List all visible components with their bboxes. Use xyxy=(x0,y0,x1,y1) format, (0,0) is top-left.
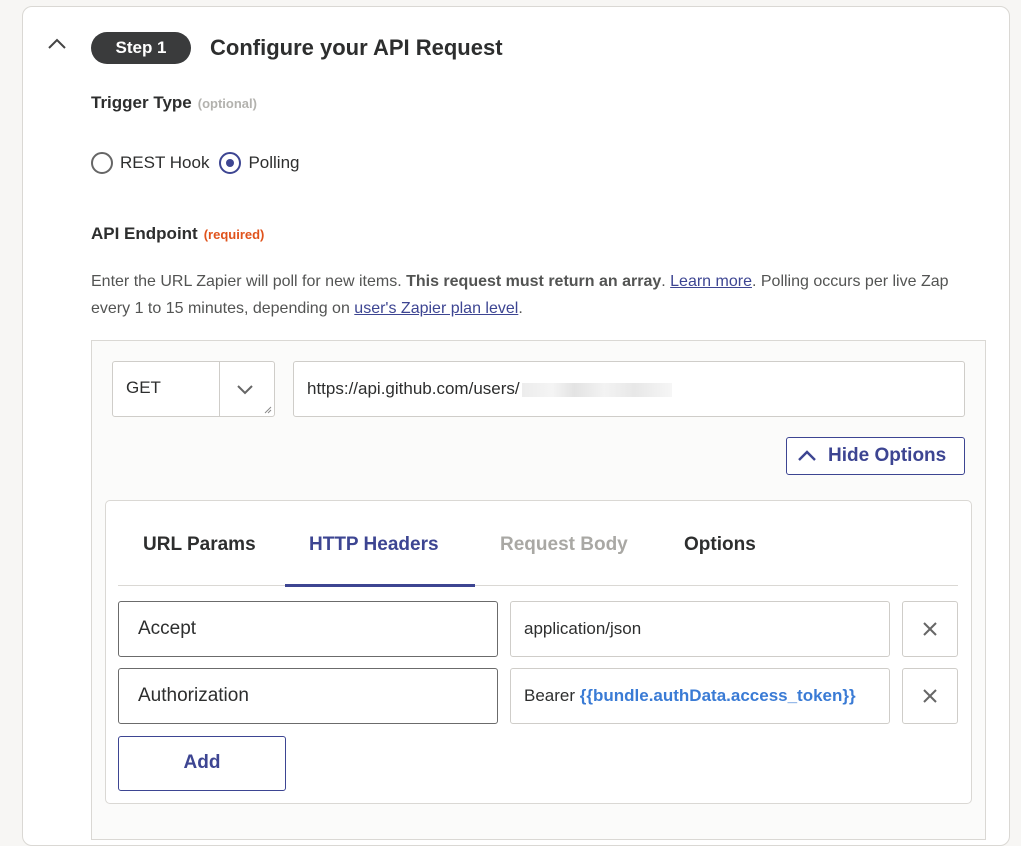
close-icon xyxy=(923,689,937,703)
chevron-up-icon[interactable] xyxy=(46,36,68,52)
required-tag: (required) xyxy=(203,227,265,242)
hide-options-button[interactable]: Hide Options xyxy=(786,437,965,475)
radio-polling[interactable] xyxy=(219,152,242,174)
radio-polling-label[interactable]: Polling xyxy=(248,153,299,173)
help-text-1: Enter the URL Zapier will poll for new i… xyxy=(91,273,407,290)
header-value-token: {{bundle.authData.access_token}} xyxy=(579,686,856,705)
tabs-divider xyxy=(118,585,958,586)
remove-header-button[interactable] xyxy=(902,668,958,724)
header-key-input[interactable]: Authorization xyxy=(118,668,498,724)
header-value-text: application/json xyxy=(524,619,642,638)
header-value-input[interactable]: application/json xyxy=(510,601,890,657)
radio-rest-hook-label[interactable]: REST Hook xyxy=(120,153,209,173)
url-text: https://api.github.com/users/ xyxy=(307,379,520,398)
api-endpoint-text: API Endpoint xyxy=(91,224,198,243)
redacted-username xyxy=(521,382,672,397)
header-value-input[interactable]: Bearer {{bundle.authData.access_token}} xyxy=(510,668,890,724)
close-icon xyxy=(923,622,937,636)
tab-http-headers[interactable]: HTTP Headers xyxy=(309,532,439,558)
http-method-select[interactable]: GET xyxy=(112,361,275,417)
trigger-type-radio-group: REST Hook Polling xyxy=(91,150,310,176)
learn-more-link[interactable]: Learn more xyxy=(670,273,752,290)
help-text-2: . xyxy=(661,273,671,290)
trigger-type-label: Trigger Type (optional) xyxy=(91,92,257,115)
radio-rest-hook[interactable] xyxy=(91,152,113,174)
tab-options[interactable]: Options xyxy=(684,532,756,558)
step-title: Configure your API Request xyxy=(210,35,503,60)
api-endpoint-label: API Endpoint (required) xyxy=(91,223,264,246)
resize-grip-icon xyxy=(264,406,272,414)
optional-tag: (optional) xyxy=(197,96,257,111)
hide-options-label: Hide Options xyxy=(828,445,947,466)
endpoint-help-text: Enter the URL Zapier will poll for new i… xyxy=(91,268,981,322)
remove-header-button[interactable] xyxy=(902,601,958,657)
tab-url-params[interactable]: URL Params xyxy=(143,532,256,558)
api-endpoint-url-input[interactable]: https://api.github.com/users/ xyxy=(293,361,965,417)
active-tab-indicator xyxy=(285,584,475,587)
http-method-value: GET xyxy=(126,378,161,397)
chevron-up-icon xyxy=(798,450,816,461)
trigger-type-text: Trigger Type xyxy=(91,93,192,112)
add-header-button[interactable]: Add xyxy=(118,736,286,791)
tab-request-body[interactable]: Request Body xyxy=(500,532,628,558)
chevron-down-icon[interactable] xyxy=(235,382,255,396)
header-key-input[interactable]: Accept xyxy=(118,601,498,657)
help-text-bold: This request must return an array xyxy=(406,273,662,290)
header-value-text: Bearer xyxy=(524,686,580,705)
select-divider xyxy=(219,362,220,416)
step-badge: Step 1 xyxy=(91,32,191,64)
help-text-4: . xyxy=(518,300,523,317)
plan-level-link[interactable]: user's Zapier plan level xyxy=(354,300,518,317)
